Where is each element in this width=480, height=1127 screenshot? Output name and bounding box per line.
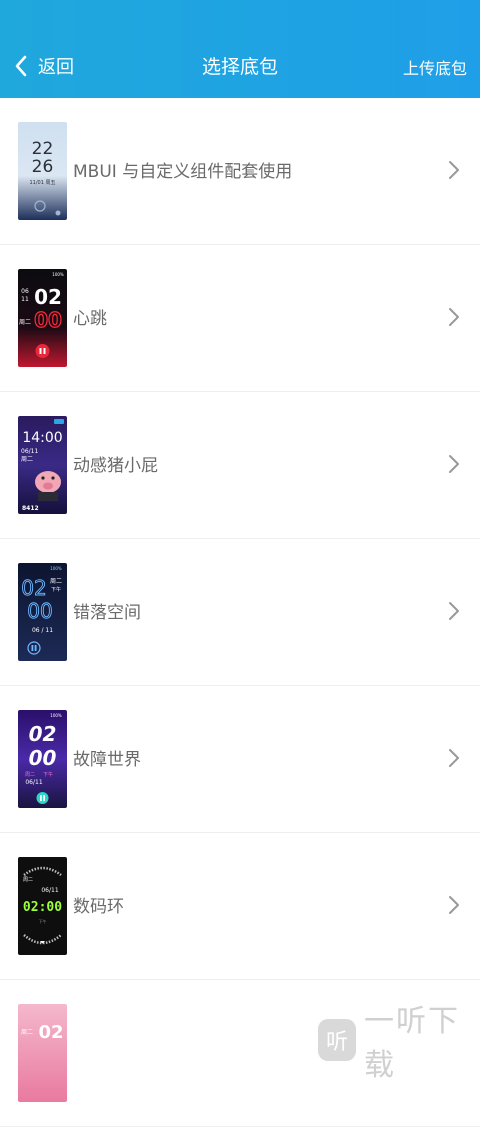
watermark-text: 一听下载 (364, 1004, 461, 1083)
chevron-right-icon (449, 749, 459, 767)
watchface-thumbnail: 100% 02 周二 下午 00 06 / 11 (18, 563, 67, 661)
thumb-date: 11/01 周五 (30, 180, 56, 186)
thumb-date: 06/11 (41, 887, 58, 894)
thumb-weekday: 周二 (50, 578, 62, 585)
thumb-hour: 22 (32, 139, 54, 159)
thumb-weekday: 周二 (19, 319, 31, 326)
thumb-steps: 8412 (22, 505, 39, 512)
item-label: 动感猪小屁 (73, 456, 158, 476)
thumb-date: 06/11 (25, 779, 42, 786)
thumb-date: 06 / 11 (32, 627, 53, 634)
chevron-right-icon (449, 602, 459, 620)
thumb-minute: 00 (29, 746, 57, 770)
watermark: 听 一听下载 (318, 996, 480, 1084)
upload-base-button[interactable]: 上传底包 (403, 55, 467, 79)
thumb-minute: 00 (34, 308, 62, 332)
item-label: 错落空间 (73, 603, 141, 623)
thumb-hour: 02 (29, 722, 57, 746)
item-label: MBUI 与自定义组件配套使用 (73, 162, 293, 182)
watermark-logo: 听 (318, 1019, 357, 1061)
thumb-weekday: 周二 (21, 456, 33, 463)
item-label: 心跳 (73, 309, 107, 329)
thumb-battery: 100% (50, 713, 62, 718)
thumb-date-a: 06 (21, 288, 29, 295)
top-nav-bar: 返回 选择底包 上传底包 (0, 0, 480, 98)
chevron-right-icon (449, 161, 459, 179)
list-item[interactable]: 100% 06 11 02 周二 00 心跳 (0, 245, 480, 392)
watchface-thumbnail: 周二 02 (18, 1004, 67, 1102)
list-item[interactable]: 100% 02 周二 下午 00 06 / 11 错落空间 (0, 539, 480, 686)
list-item[interactable]: 22 26 11/01 周五 MBUI 与自定义组件配套使用 (0, 98, 480, 245)
chevron-right-icon (449, 896, 459, 914)
thumb-hour: 02 (34, 285, 62, 309)
watchface-thumbnail: 22 26 11/01 周五 (18, 122, 67, 220)
thumb-date-b: 11 (21, 296, 29, 303)
thumb-period: 下午 (39, 918, 47, 924)
thumb-time: 02:00 (23, 900, 62, 915)
thumb-time: 14:00 (22, 430, 62, 446)
thumb-weekday: 周二 (25, 772, 35, 778)
thumb-minute: 00 (27, 599, 52, 623)
item-label: 故障世界 (73, 750, 141, 770)
thumb-weekday: 周二 (23, 877, 33, 883)
watchface-list: 22 26 11/01 周五 MBUI 与自定义组件配套使用 100% 06 1… (0, 98, 480, 1127)
thumb-date: 06/11 (21, 448, 38, 455)
thumb-period: 下午 (51, 586, 61, 593)
thumb-minute: 26 (32, 157, 54, 177)
list-item[interactable]: 14:00 06/11 周二 8412 动感猪小屁 (0, 392, 480, 539)
chevron-right-icon (449, 308, 459, 326)
chevron-right-icon (449, 455, 459, 473)
thumb-hour: 02 (21, 576, 46, 600)
list-item[interactable]: 100% 02 00 周二 下午 06/11 故障世界 (0, 686, 480, 833)
watchface-thumbnail: 14:00 06/11 周二 8412 (18, 416, 67, 514)
watchface-thumbnail: 100% 06 11 02 周二 00 (18, 269, 67, 367)
thumb-weekday: 周二 (21, 1029, 33, 1036)
thumb-period: 下午 (43, 771, 53, 778)
list-item[interactable]: 周二 06/11 02:00 下午 数码环 (0, 833, 480, 980)
watchface-thumbnail: 周二 06/11 02:00 下午 (18, 857, 67, 955)
item-label: 数码环 (73, 897, 124, 917)
thumb-battery: 100% (50, 566, 62, 571)
watchface-thumbnail: 100% 02 00 周二 下午 06/11 (18, 710, 67, 808)
thumb-battery: 100% (52, 272, 64, 277)
thumb-time: 02 (38, 1022, 63, 1043)
